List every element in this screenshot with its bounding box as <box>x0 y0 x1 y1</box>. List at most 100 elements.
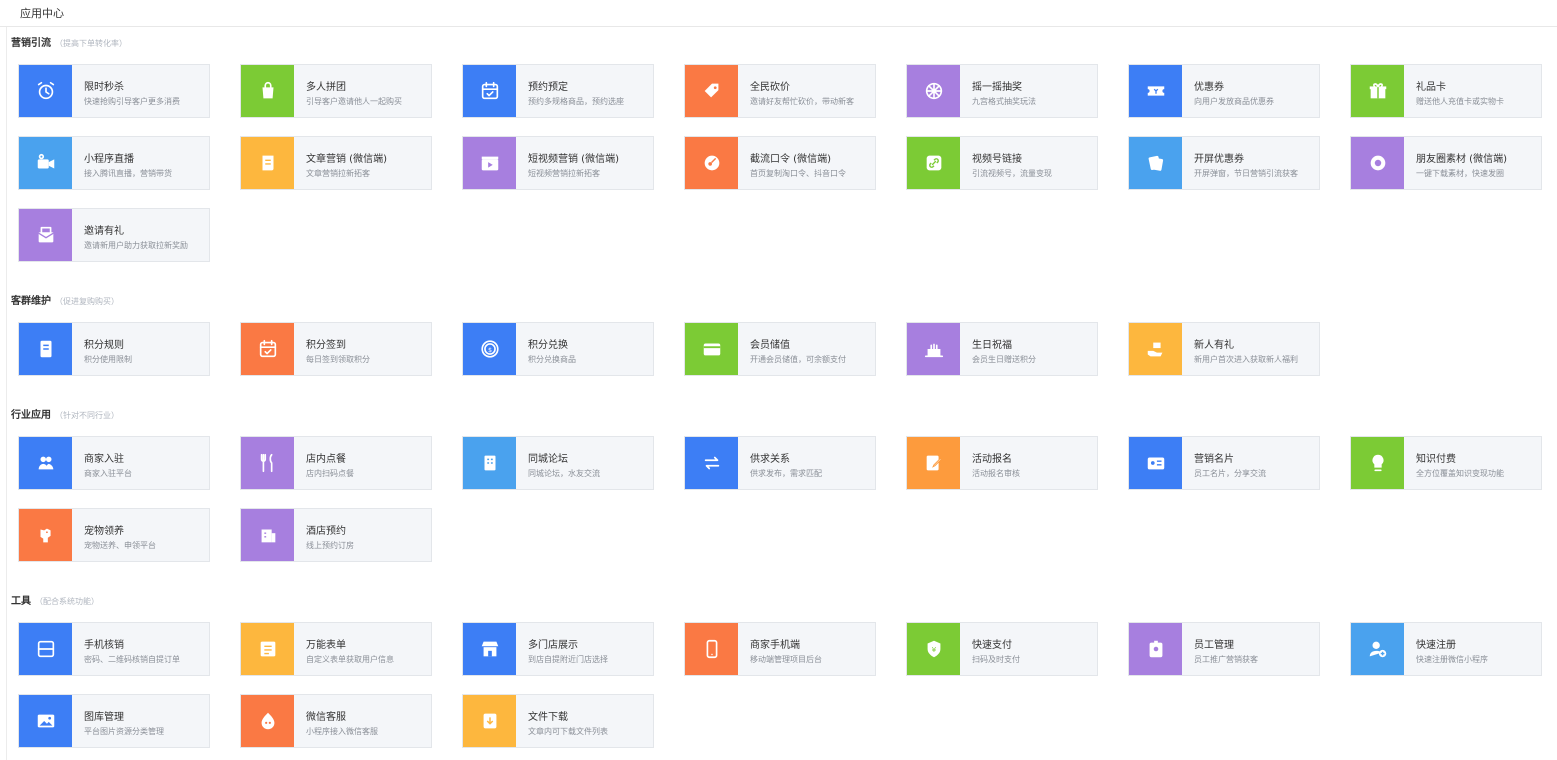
app-card[interactable]: 预约预定 预约多规格商品，预约选座 <box>462 64 654 118</box>
swap-arrows-icon <box>685 437 738 489</box>
app-description: 店内扫码点餐 <box>306 469 354 478</box>
app-description: 积分使用限制 <box>84 355 132 364</box>
app-name: 微信客服 <box>306 712 346 723</box>
app-name: 文件下载 <box>528 712 568 723</box>
app-description: 全方位覆盖知识变现功能 <box>1416 469 1504 478</box>
app-card[interactable]: 邀请有礼 邀请新用户助力获取拉新奖励 <box>18 208 210 262</box>
app-description: 接入腾讯直播，营销带货 <box>84 169 172 178</box>
section-subtitle: （配合系统功能） <box>35 597 99 606</box>
app-name: 限时秒杀 <box>84 82 124 93</box>
link-icon <box>907 137 960 189</box>
app-card[interactable]: 商家入驻 商家入驻平台 <box>18 436 210 490</box>
app-card[interactable]: 微信客服 小程序接入微信客服 <box>240 694 432 748</box>
app-card[interactable]: 活动报名 活动报名审核 <box>906 436 1098 490</box>
app-description: 赠送他人充值卡或实物卡 <box>1416 97 1504 106</box>
app-card[interactable]: 短视频营销 (微信端) 短视频营销拉新拓客 <box>462 136 654 190</box>
app-name: 全民砍价 <box>750 82 790 93</box>
app-card[interactable]: 知识付费 全方位覆盖知识变现功能 <box>1350 436 1542 490</box>
app-name: 万能表单 <box>306 640 346 651</box>
app-card[interactable]: 新人有礼新用户首次进入获取新人福利 <box>1128 322 1320 376</box>
app-description: 开屏弹窗，节日营销引流获客 <box>1194 169 1298 178</box>
app-card[interactable]: 商家手机端 移动端管理项目后台 <box>684 622 876 676</box>
app-card[interactable]: 积分签到 每日签到领取积分 <box>240 322 432 376</box>
app-card[interactable]: 酒店预约 线上预约订房 <box>240 508 432 562</box>
app-name: 图库管理 <box>84 712 124 723</box>
app-description: 平台图片资源分类管理 <box>84 727 164 736</box>
key-icon <box>685 137 738 189</box>
mobile-phone-icon <box>685 623 738 675</box>
app-card[interactable]: 摇一摇抽奖 九宫格式抽奖玩法 <box>906 64 1098 118</box>
app-card[interactable]: 快速注册 快速注册微信小程序 <box>1350 622 1542 676</box>
app-name: 宠物领养 <box>84 526 124 537</box>
fork-knife-icon <box>241 437 294 489</box>
app-card[interactable]: 营销名片 员工名片，分享交流 <box>1128 436 1320 490</box>
app-card[interactable]: 同城论坛 同城论坛，水友交流 <box>462 436 654 490</box>
app-card[interactable]: 小程序直播 接入腾讯直播，营销带货 <box>18 136 210 190</box>
app-description: 员工推广营销获客 <box>1194 655 1258 664</box>
app-card[interactable]: 限时秒杀 快速抢购引导客户更多消费 <box>18 64 210 118</box>
app-card[interactable]: ¥ 快速支付 扫码及时支付 <box>906 622 1098 676</box>
app-name: 商家手机端 <box>750 640 800 651</box>
app-name: 店内点餐 <box>306 454 346 465</box>
app-card[interactable]: 店内点餐店内扫码点餐 <box>240 436 432 490</box>
scroll-icon <box>241 137 294 189</box>
app-card[interactable]: 员工管理 员工推广营销获客 <box>1128 622 1320 676</box>
app-card[interactable]: 礼品卡赠送他人充值卡或实物卡 <box>1350 64 1542 118</box>
app-card[interactable]: 文件下载 文章内可下载文件列表 <box>462 694 654 748</box>
app-description: 自定义表单获取用户信息 <box>306 655 394 664</box>
app-description: 员工名片，分享交流 <box>1194 469 1266 478</box>
app-card[interactable]: 图库管理平台图片资源分类管理 <box>18 694 210 748</box>
app-description: 首页复制淘口令、抖音口令 <box>750 169 846 178</box>
app-card[interactable]: 全民砍价 邀请好友帮忙砍价，带动新客 <box>684 64 876 118</box>
app-name: 视频号链接 <box>972 154 1022 165</box>
app-name: 酒店预约 <box>306 526 346 537</box>
app-name: 供求关系 <box>750 454 790 465</box>
app-description: 到店自提附近门店选择 <box>528 655 608 664</box>
app-card[interactable]: 优惠券 向用户发放商品优惠券 <box>1128 64 1320 118</box>
form-icon <box>241 623 294 675</box>
app-name: 预约预定 <box>528 82 568 93</box>
app-name: 新人有礼 <box>1194 340 1234 351</box>
app-card[interactable]: 截流口令 (微信端) 首页复制淘口令、抖音口令 <box>684 136 876 190</box>
app-card[interactable]: $ 积分兑换 积分兑换商品 <box>462 322 654 376</box>
clapperboard-icon <box>463 137 516 189</box>
lottery-wheel-icon <box>907 65 960 117</box>
app-card[interactable]: 文章营销 (微信端) 文章营销拉新拓客 <box>240 136 432 190</box>
app-card[interactable]: 视频号链接引流视频号，流量变现 <box>906 136 1098 190</box>
app-card[interactable]: 开屏优惠券 开屏弹窗，节日营销引流获客 <box>1128 136 1320 190</box>
app-card[interactable]: 手机核销 密码、二维码核销自提订单 <box>18 622 210 676</box>
city-building-icon <box>463 437 516 489</box>
app-description: 短视频营销拉新拓客 <box>528 169 600 178</box>
app-name: 摇一摇抽奖 <box>972 82 1022 93</box>
tickets-icon <box>1129 137 1182 189</box>
app-name: 商家入驻 <box>84 454 124 465</box>
wallet-card-icon <box>685 323 738 375</box>
page-title: 应用中心 <box>20 7 64 20</box>
app-card[interactable]: 会员储值 开通会员储值，可余额支付 <box>684 322 876 376</box>
app-name: 同城论坛 <box>528 454 568 465</box>
app-name: 邀请有礼 <box>84 226 124 237</box>
app-card[interactable]: 朋友圈素材 (微信端) 一键下载素材，快速发圈 <box>1350 136 1542 190</box>
business-card-icon <box>1129 437 1182 489</box>
payment-shield-icon: ¥ <box>907 623 960 675</box>
app-description: 新用户首次进入获取新人福利 <box>1194 355 1298 364</box>
app-card[interactable]: 宠物领养 宠物送养、申领平台 <box>18 508 210 562</box>
section-subtitle: （促进复购购买） <box>55 297 119 306</box>
app-description: 供求发布，需求匹配 <box>750 469 822 478</box>
app-description: 引流视频号，流量变现 <box>972 169 1052 178</box>
section-title-text: 营销引流 <box>11 38 51 49</box>
app-card[interactable]: 生日祝福 会员生日赠送积分 <box>906 322 1098 376</box>
section-title-text: 工具 <box>11 596 31 607</box>
app-name: 礼品卡 <box>1416 82 1446 93</box>
coin-exchange-icon: $ <box>463 323 516 375</box>
app-card[interactable]: 多门店展示 到店自提附近门店选择 <box>462 622 654 676</box>
section-title-text: 行业应用 <box>11 410 51 421</box>
section-title: 工具 （配合系统功能） <box>11 592 99 607</box>
section-subtitle: （提高下单转化率） <box>55 39 127 48</box>
svg-text:¥: ¥ <box>931 645 936 654</box>
video-camera-icon <box>19 137 72 189</box>
app-card[interactable]: 万能表单自定义表单获取用户信息 <box>240 622 432 676</box>
app-card[interactable]: 积分规则 积分使用限制 <box>18 322 210 376</box>
app-card[interactable]: 供求关系供求发布，需求匹配 <box>684 436 876 490</box>
app-card[interactable]: 多人拼团 引导客户邀请他人一起购买 <box>240 64 432 118</box>
